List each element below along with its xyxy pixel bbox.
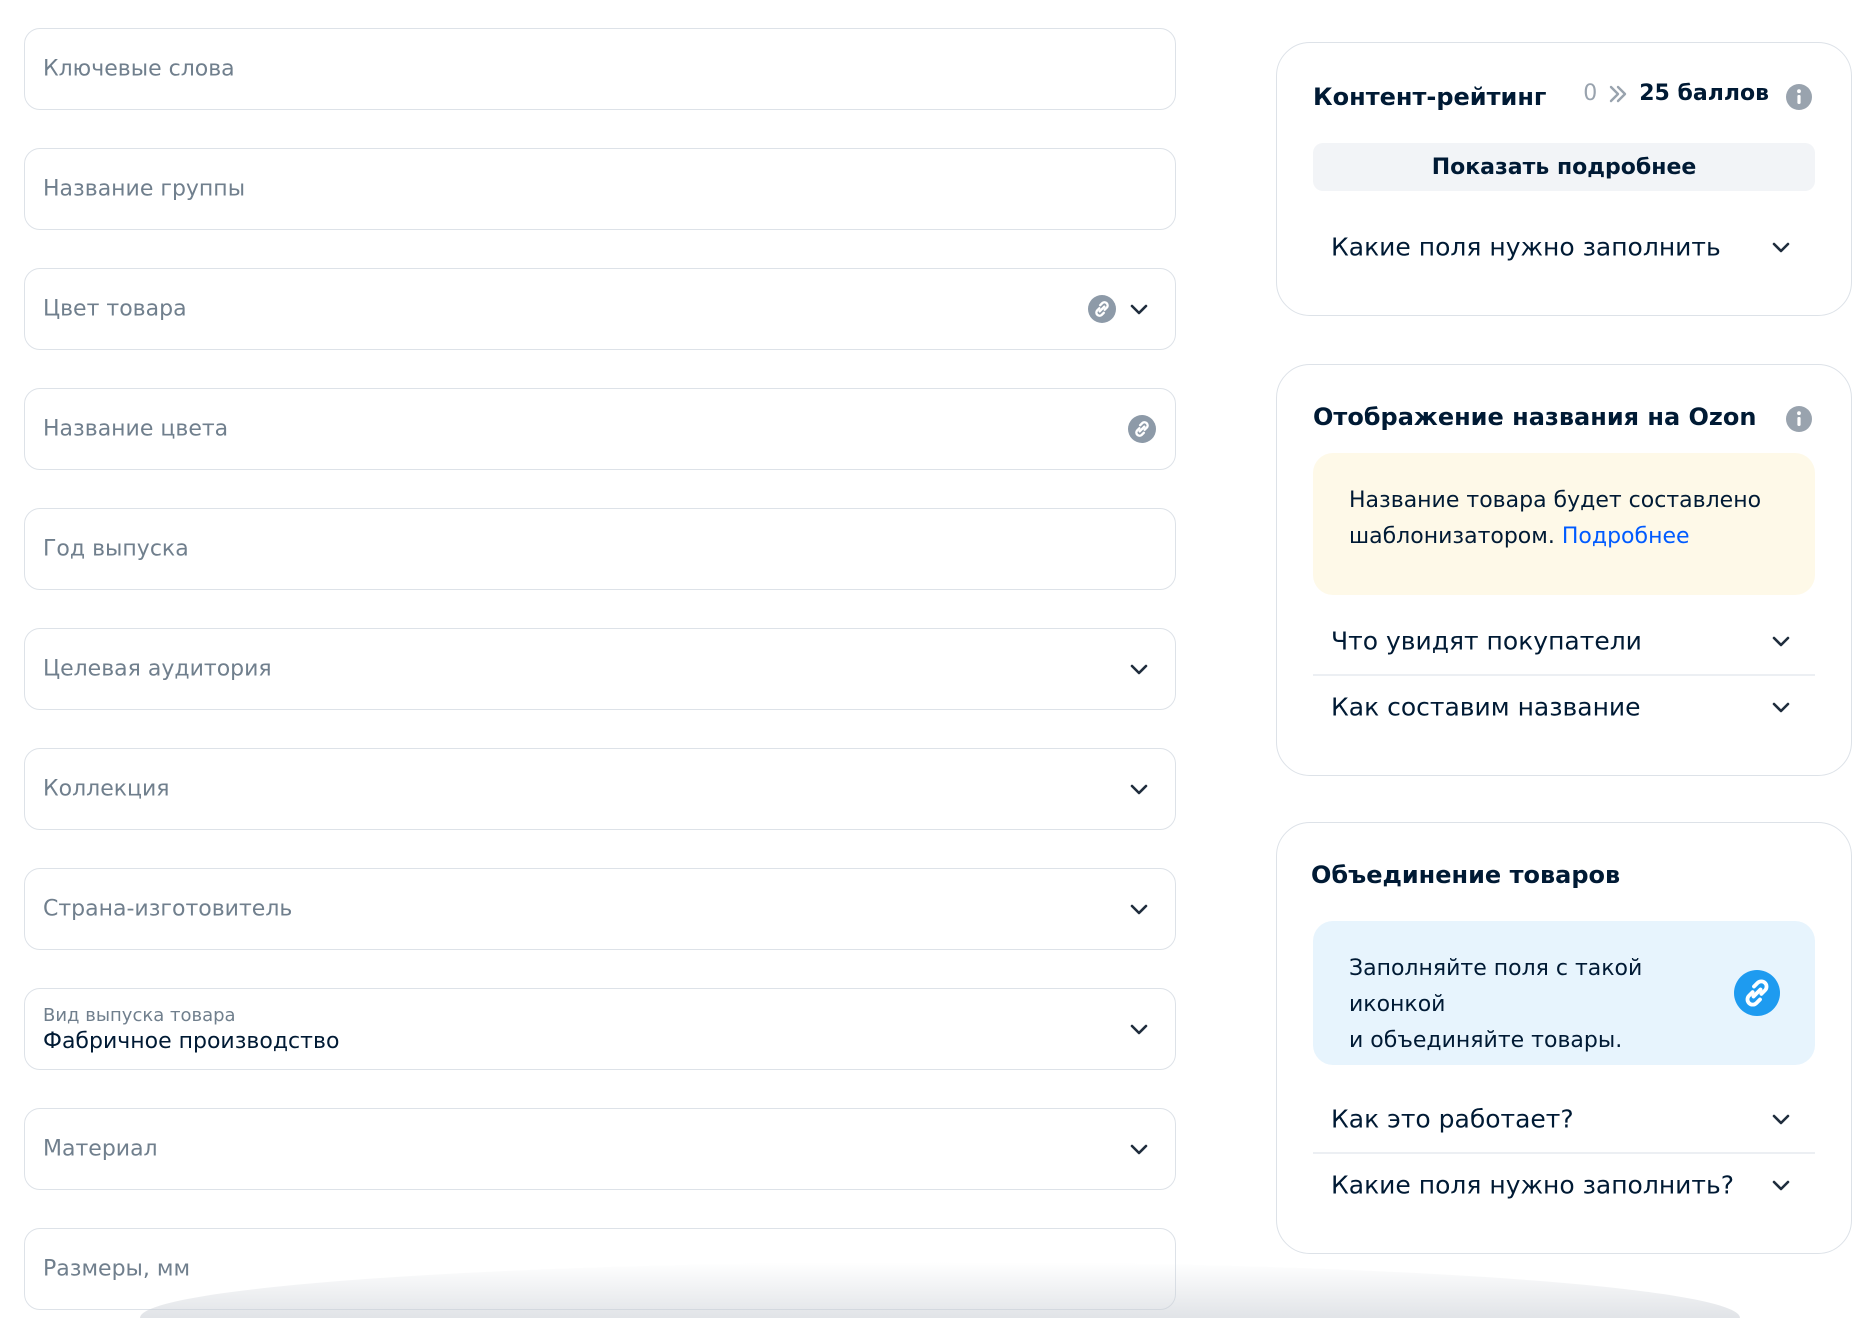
keywords-field[interactable]: Ключевые слова [24, 28, 1176, 110]
merge-note: Заполняйте поля с такой иконкой и объеди… [1313, 921, 1815, 1065]
chevron-down-icon [1130, 1024, 1148, 1035]
dimensions-field[interactable]: Размеры, мм [24, 1228, 1176, 1310]
double-chevron-right-icon [1610, 85, 1627, 102]
field-value: Фабричное производство [43, 1029, 340, 1054]
chevron-down-icon [1772, 702, 1790, 713]
accordion-label: Как это работает? [1331, 1104, 1574, 1134]
target-audience-select[interactable]: Целевая аудитория [24, 628, 1176, 710]
chevron-down-icon [1772, 636, 1790, 647]
chevron-down-icon [1130, 304, 1148, 315]
field-placeholder: Год выпуска [43, 536, 189, 562]
chevron-down-icon [1772, 242, 1790, 253]
accordion-label: Как составим название [1331, 692, 1641, 722]
field-placeholder: Ключевые слова [43, 56, 235, 82]
group-name-field[interactable]: Название группы [24, 148, 1176, 230]
accordion-required-fields[interactable]: Какие поля нужно заполнить [1313, 215, 1815, 279]
accordion-label: Какие поля нужно заполнить? [1331, 1170, 1734, 1200]
name-display-card: Отображение названия на Ozon Название то… [1276, 364, 1852, 776]
chevron-down-icon [1130, 784, 1148, 795]
accordion-how-it-works[interactable]: Как это работает? [1313, 1087, 1815, 1151]
product-card-page: Ключевые слова Название группы Цвет това… [0, 0, 1864, 1318]
chevron-down-icon [1130, 664, 1148, 675]
accordion-how-we-compose-name[interactable]: Как составим название [1313, 675, 1815, 739]
field-placeholder: Название цвета [43, 416, 229, 442]
rating-from: 0 [1583, 81, 1598, 106]
field-placeholder: Коллекция [43, 776, 170, 802]
note-text: Название товара будет составлено [1349, 488, 1762, 513]
field-placeholder: Страна-изготовитель [43, 896, 293, 922]
merge-link-icon [1088, 295, 1116, 323]
merge-link-icon [1128, 415, 1156, 443]
field-placeholder: Материал [43, 1136, 158, 1162]
accordion-what-buyers-see[interactable]: Что увидят покупатели [1313, 609, 1815, 673]
note-text: шаблонизатором. [1349, 524, 1555, 549]
field-placeholder: Цвет товара [43, 296, 187, 322]
rating-progress: 0 25 баллов [1583, 81, 1769, 106]
chevron-down-icon [1772, 1114, 1790, 1125]
info-icon[interactable] [1785, 83, 1813, 111]
note-text: Заполняйте поля с такой иконкой [1349, 956, 1643, 1017]
accordion-label: Что увидят покупатели [1331, 626, 1642, 656]
template-name-note: Название товара будет составлено шаблони… [1313, 453, 1815, 595]
accordion-label: Какие поля нужно заполнить [1331, 232, 1721, 262]
color-name-field[interactable]: Название цвета [24, 388, 1176, 470]
more-link[interactable]: Подробнее [1562, 524, 1690, 549]
field-placeholder: Целевая аудитория [43, 656, 272, 682]
chevron-down-icon [1130, 1144, 1148, 1155]
field-placeholder: Название группы [43, 176, 246, 202]
show-more-button[interactable]: Показать подробнее [1313, 143, 1815, 191]
chevron-down-icon [1772, 1180, 1790, 1191]
card-title: Контент-рейтинг [1313, 83, 1547, 111]
merge-link-icon [1734, 970, 1780, 1016]
info-icon[interactable] [1785, 405, 1813, 433]
note-text: и объединяйте товары. [1349, 1028, 1623, 1053]
chevron-down-icon [1130, 904, 1148, 915]
material-select[interactable]: Материал [24, 1108, 1176, 1190]
field-label: Вид выпуска товара [43, 1005, 236, 1026]
card-title: Отображение названия на Ozon [1313, 403, 1757, 431]
release-year-field[interactable]: Год выпуска [24, 508, 1176, 590]
product-color-select[interactable]: Цвет товара [24, 268, 1176, 350]
accordion-which-fields[interactable]: Какие поля нужно заполнить? [1313, 1153, 1815, 1217]
country-of-origin-select[interactable]: Страна-изготовитель [24, 868, 1176, 950]
merge-products-card: Объединение товаров Заполняйте поля с та… [1276, 822, 1852, 1254]
field-placeholder: Размеры, мм [43, 1256, 191, 1282]
rating-to: 25 баллов [1639, 81, 1769, 106]
collection-select[interactable]: Коллекция [24, 748, 1176, 830]
release-type-select[interactable]: Вид выпуска товара Фабричное производств… [24, 988, 1176, 1070]
card-title: Объединение товаров [1311, 861, 1621, 889]
content-rating-card: Контент-рейтинг 0 25 баллов Показать под… [1276, 42, 1852, 316]
